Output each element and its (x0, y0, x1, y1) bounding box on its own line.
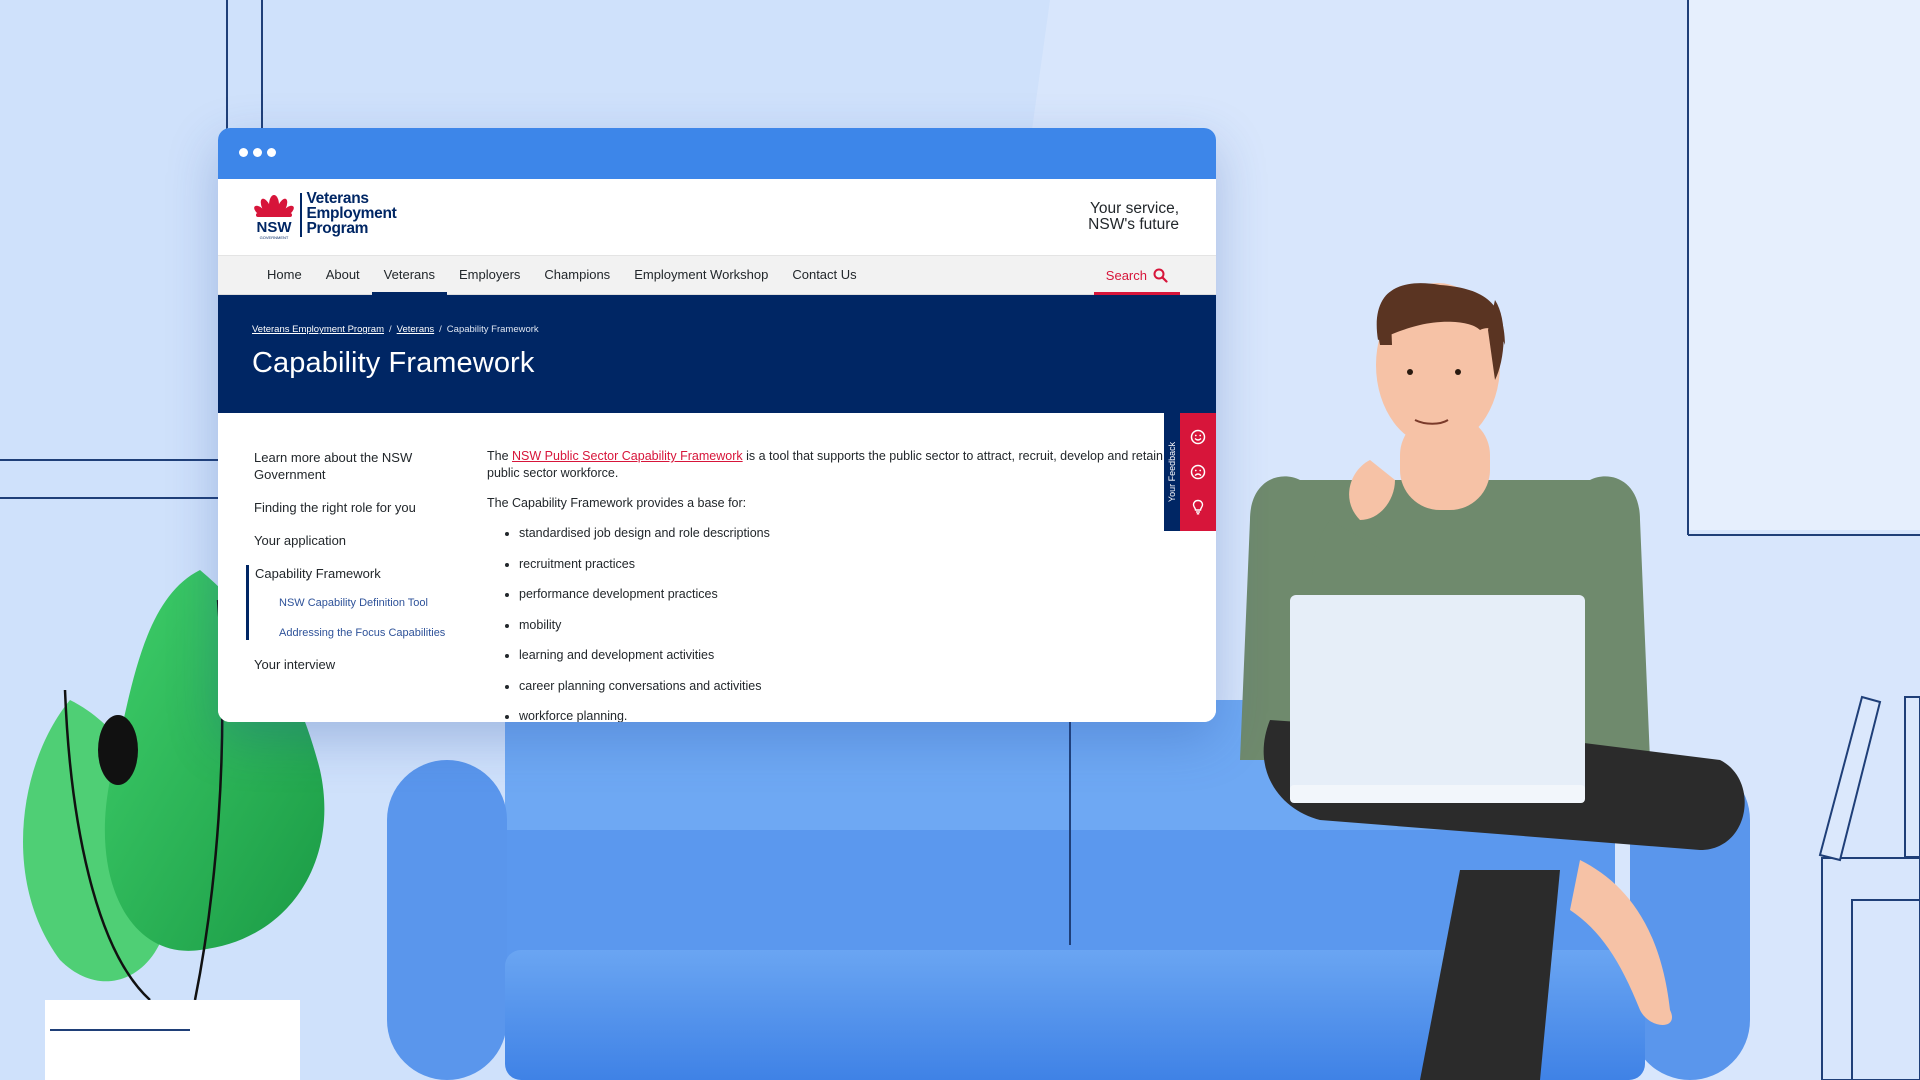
list-item: mobility (519, 617, 1187, 634)
tagline-line: NSW's future (1088, 216, 1179, 233)
list-item: workforce planning. (519, 708, 1187, 722)
breadcrumb-link-home[interactable]: Veterans Employment Program (252, 324, 384, 335)
breadcrumb: Veterans Employment Program / Veterans /… (252, 324, 539, 335)
logo-mark-subtext: GOVERNMENT (260, 235, 289, 240)
logo-line: Program (306, 220, 369, 237)
smile-icon[interactable] (1190, 429, 1206, 445)
sidebar-item-your-interview[interactable]: Your interview (254, 656, 454, 673)
feedback-icons (1180, 413, 1216, 531)
intro-prefix: The (487, 449, 513, 463)
intro-paragraph: The NSW Public Sector Capability Framewo… (487, 448, 1187, 482)
page-banner: Veterans Employment Program / Veterans /… (218, 295, 1216, 413)
main-content: The NSW Public Sector Capability Framewo… (487, 448, 1187, 722)
breadcrumb-current: Capability Framework (446, 324, 539, 335)
site-header: NSW GOVERNMENT Veterans Employment Progr… (218, 179, 1216, 256)
site-tagline: Your service, NSW's future (1088, 201, 1179, 233)
waratah-logo-icon: NSW GOVERNMENT (252, 191, 296, 241)
sidebar-item-learn-more[interactable]: Learn more about the NSW Government (254, 449, 454, 483)
sidebar-subitem-focus-capabilities[interactable]: Addressing the Focus Capabilities (279, 626, 454, 640)
sidebar-subitem-definition-tool[interactable]: NSW Capability Definition Tool (279, 596, 454, 610)
nav-item-home[interactable]: Home (255, 256, 314, 294)
search-icon (1153, 268, 1168, 283)
sidebar-item-your-application[interactable]: Your application (254, 532, 454, 549)
window-dot-icon[interactable] (253, 148, 262, 157)
lightbulb-icon[interactable] (1190, 499, 1206, 515)
main-navigation: Home About Veterans Employers Champions … (218, 256, 1216, 295)
sidebar-item-finding-role[interactable]: Finding the right role for you (254, 499, 454, 516)
search-label: Search (1105, 267, 1147, 283)
site-logo[interactable]: NSW GOVERNMENT Veterans Employment Progr… (252, 191, 397, 241)
list-item: recruitment practices (519, 556, 1187, 573)
window-dot-icon[interactable] (267, 148, 276, 157)
breadcrumb-link-veterans[interactable]: Veterans (397, 324, 435, 335)
list-item: learning and development activities (519, 647, 1187, 664)
nav-item-employment-workshop[interactable]: Employment Workshop (622, 256, 780, 294)
window-controls (239, 148, 276, 157)
capability-framework-link[interactable]: NSW Public Sector Capability Framework (512, 449, 743, 463)
logo-text: Veterans Employment Program (306, 190, 397, 237)
browser-titlebar (218, 128, 1216, 179)
logo-divider (300, 193, 302, 237)
feedback-tab[interactable]: Your Feedback (1164, 413, 1180, 531)
feedback-tab-label: Your Feedback (1167, 441, 1177, 503)
framework-uses-list: standardised job design and role descrip… (487, 525, 1187, 722)
list-item: career planning conversations and activi… (519, 678, 1187, 695)
frown-icon[interactable] (1190, 464, 1206, 480)
nav-item-about[interactable]: About (314, 256, 372, 294)
logo-line: Veterans (306, 190, 370, 207)
logo-mark-text: NSW (257, 219, 293, 236)
nav-item-employers[interactable]: Employers (447, 256, 532, 294)
sidebar-item-capability-framework[interactable]: Capability Framework (255, 565, 454, 582)
base-for-paragraph: The Capability Framework provides a base… (487, 496, 747, 510)
feedback-widget: Your Feedback (1164, 413, 1216, 531)
breadcrumb-separator: / (389, 324, 392, 335)
list-item: standardised job design and role descrip… (519, 525, 1187, 542)
nav-item-contact-us[interactable]: Contact Us (780, 256, 868, 294)
sidebar-current-group: Capability Framework NSW Capability Defi… (246, 565, 454, 640)
page-title: Capability Framework (252, 347, 535, 379)
tagline-line: Your service, (1089, 200, 1179, 217)
search-button[interactable]: Search (1093, 256, 1181, 295)
side-navigation: Learn more about the NSW Government Find… (246, 449, 454, 689)
page-content: Learn more about the NSW Government Find… (218, 413, 1216, 722)
nav-item-champions[interactable]: Champions (532, 256, 622, 294)
logo-line: Employment (306, 205, 397, 222)
breadcrumb-separator: / (439, 324, 442, 335)
nav-item-veterans[interactable]: Veterans (371, 256, 448, 295)
list-item: performance development practices (519, 586, 1187, 603)
browser-window: NSW GOVERNMENT Veterans Employment Progr… (218, 128, 1216, 722)
window-dot-icon[interactable] (239, 148, 248, 157)
